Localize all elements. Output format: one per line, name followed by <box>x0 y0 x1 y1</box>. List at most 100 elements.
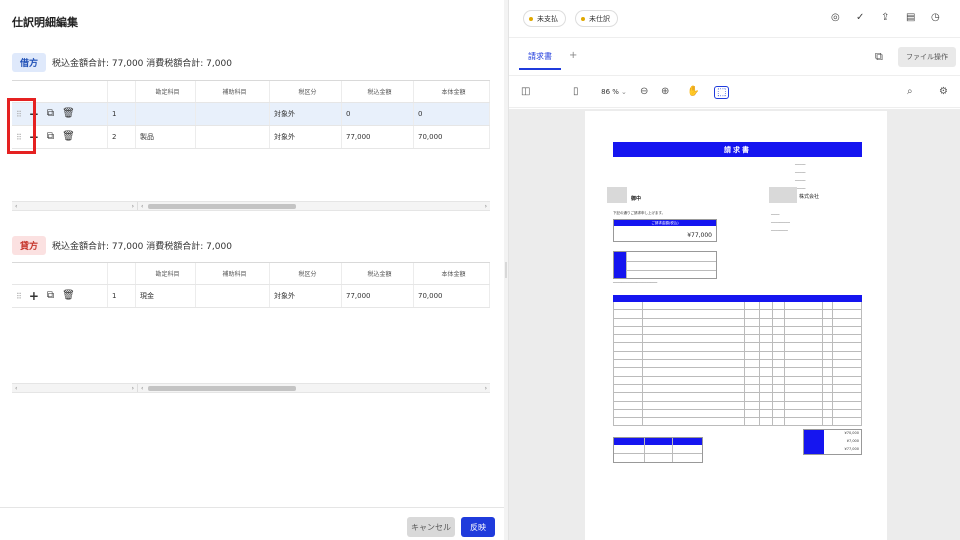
status-dot-icon <box>581 16 585 21</box>
sub-account-cell[interactable] <box>196 285 270 307</box>
tax-value: ¥7,000 <box>846 439 859 443</box>
account-cell[interactable]: 現金 <box>136 285 196 307</box>
table-row[interactable]: ⠿ + ⧉ 🗑 2 製品 対象外 77,000 70,000 <box>12 126 490 149</box>
sub-account-cell[interactable] <box>196 103 270 125</box>
document-tabs: 請求書 + ⧉ ファイル操作 <box>509 38 960 76</box>
payment-note: ───────────────────── <box>613 281 658 285</box>
status-chip-unjournaled[interactable]: 未仕訳 <box>575 10 618 27</box>
column-header-amount-incl[interactable]: 税込金額 <box>342 81 414 102</box>
scroll-left-icon[interactable]: ‹ <box>15 385 17 392</box>
grand-total-value: ¥77,000 <box>844 447 859 451</box>
amount-base-cell[interactable]: 70,000 <box>414 285 490 307</box>
copy-icon[interactable]: ⧉ <box>47 109 54 119</box>
editor-footer: キャンセル 反映 <box>0 507 505 540</box>
credit-grid: 勘定科目 補助科目 税区分 税込金額 本体金額 ⠿ + ⧉ 🗑 1 現金 対象外… <box>12 262 490 308</box>
check-icon[interactable]: ✓ <box>856 12 864 23</box>
tab-invoice[interactable]: 請求書 <box>519 51 561 70</box>
table-row[interactable]: ⠿ + ⧉ 🗑 1 現金 対象外 77,000 70,000 <box>12 285 490 308</box>
column-header-amount-base[interactable]: 本体金額 <box>414 263 490 284</box>
scrollbar-thumb[interactable] <box>148 386 296 391</box>
debit-summary: 税込金額合計: 77,000 消費税額合計: 7,000 <box>52 59 232 69</box>
column-header-sub-account[interactable]: 補助科目 <box>196 263 270 284</box>
page-title: 仕訳明細編集 <box>12 16 78 29</box>
scroll-right-icon[interactable]: › <box>132 385 134 392</box>
totals-table: ¥70,000 ¥7,000 ¥77,000 <box>803 429 862 455</box>
column-header-tax-category[interactable]: 税区分 <box>270 81 342 102</box>
search-icon[interactable]: ⌕ <box>907 86 913 97</box>
debit-horizontal-scrollbar[interactable]: ‹ › ‹ › <box>12 201 490 211</box>
column-header-sub-account[interactable]: 補助科目 <box>196 81 270 102</box>
recipient-suffix: 御中 <box>631 196 642 202</box>
column-header-amount-incl[interactable]: 税込金額 <box>342 263 414 284</box>
add-tab-icon[interactable]: + <box>569 50 577 61</box>
scroll-left-icon[interactable]: ‹ <box>141 385 143 392</box>
copy-icon[interactable]: ⧉ <box>47 291 54 301</box>
cancel-button[interactable]: キャンセル <box>407 517 455 537</box>
debit-header-row: 勘定科目 補助科目 税区分 税込金額 本体金額 <box>12 81 490 103</box>
drag-handle-icon[interactable]: ⠿ <box>16 292 22 301</box>
user-circle-icon[interactable]: ◎ <box>831 12 840 23</box>
sub-account-cell[interactable] <box>196 126 270 148</box>
tax-category-cell[interactable]: 対象外 <box>270 103 342 125</box>
zoom-in-icon[interactable]: ⊕ <box>661 86 669 97</box>
page-icon[interactable]: ▯ <box>573 86 579 97</box>
scroll-right-icon[interactable]: › <box>485 203 487 210</box>
trash-icon[interactable]: 🗑 <box>62 109 75 119</box>
debit-section-header: 借方 税込金額合計: 77,000 消費税額合計: 7,000 <box>12 53 232 72</box>
zoom-select[interactable]: 86 % ⌄ <box>595 84 633 100</box>
issuer-company: 株式会社 <box>799 194 820 200</box>
scroll-left-icon[interactable]: ‹ <box>15 203 17 210</box>
scroll-right-icon[interactable]: › <box>485 385 487 392</box>
amount-base-cell[interactable]: 0 <box>414 103 490 125</box>
area-select-icon[interactable]: ⬚ <box>714 86 730 99</box>
external-link-icon[interactable]: ⧉ <box>875 50 883 64</box>
scrollbar-thumb[interactable] <box>148 204 296 209</box>
comment-icon[interactable]: ▤ <box>906 12 915 23</box>
subtotal-value: ¥70,000 <box>844 431 859 435</box>
gear-icon[interactable]: ⚙ <box>939 86 948 97</box>
add-row-icon[interactable]: + <box>29 290 39 302</box>
scroll-right-icon[interactable]: › <box>132 203 134 210</box>
debit-grid: 勘定科目 補助科目 税区分 税込金額 本体金額 ⠿ + ⧉ 🗑 1 対象外 0 … <box>12 80 490 149</box>
sidebar-toggle-icon[interactable]: ◫ <box>521 86 530 97</box>
pdf-viewport[interactable]: 請求書 ───── ───── ───── ───── 御中 株式会社 下記の通りご請… <box>509 109 960 540</box>
zoom-out-icon[interactable]: ⊖ <box>640 86 648 97</box>
status-dot-icon <box>529 16 533 21</box>
chevron-down-icon: ⌄ <box>620 88 627 96</box>
column-header-account[interactable]: 勘定科目 <box>136 81 196 102</box>
amount-base-cell[interactable]: 70,000 <box>414 126 490 148</box>
viewer-toolbar: ◫ ▯ 86 % ⌄ ⊖ ⊕ ✋ ⬚ ⌕ ⚙ <box>509 78 960 108</box>
row-number: 2 <box>108 126 136 148</box>
status-bar: 未支払 未仕訳 ◎ ✓ ⇪ ▤ ◷ <box>509 0 960 38</box>
file-operation-button[interactable]: ファイル操作 <box>898 47 956 67</box>
tax-category-cell[interactable]: 対象外 <box>270 285 342 307</box>
column-header-tax-category[interactable]: 税区分 <box>270 263 342 284</box>
row-number: 1 <box>108 103 136 125</box>
credit-horizontal-scrollbar[interactable]: ‹ › ‹ › <box>12 383 490 393</box>
pan-hand-icon[interactable]: ✋ <box>687 86 699 97</box>
table-row[interactable]: ⠿ + ⧉ 🗑 1 対象外 0 0 <box>12 103 490 126</box>
column-header-account[interactable]: 勘定科目 <box>136 263 196 284</box>
invoice-table-header <box>613 295 862 302</box>
invoice-amount-box: ご請求金額(税込) ¥77,000 <box>613 219 717 242</box>
credit-section-header: 貸方 税込金額合計: 77,000 消費税額合計: 7,000 <box>12 236 232 255</box>
share-icon[interactable]: ⇪ <box>881 12 889 23</box>
tax-category-cell[interactable]: 対象外 <box>270 126 342 148</box>
amount-incl-cell[interactable]: 0 <box>342 103 414 125</box>
apply-button[interactable]: 反映 <box>461 517 495 537</box>
payment-info-box <box>613 251 717 279</box>
clock-icon[interactable]: ◷ <box>931 12 940 23</box>
amount-incl-cell[interactable]: 77,000 <box>342 285 414 307</box>
status-chip-unpaid[interactable]: 未支払 <box>523 10 566 27</box>
trash-icon[interactable]: 🗑 <box>62 291 75 301</box>
row-number: 1 <box>108 285 136 307</box>
document-viewer-panel: 未支払 未仕訳 ◎ ✓ ⇪ ▤ ◷ 請求書 + ⧉ ファイル操作 ◫ ▯ 86 … <box>508 0 960 540</box>
scroll-left-icon[interactable]: ‹ <box>141 203 143 210</box>
trash-icon[interactable]: 🗑 <box>62 132 75 142</box>
account-cell[interactable]: 製品 <box>136 126 196 148</box>
account-cell[interactable] <box>136 103 196 125</box>
amount-incl-cell[interactable]: 77,000 <box>342 126 414 148</box>
invoice-line-table <box>613 295 862 427</box>
column-header-amount-base[interactable]: 本体金額 <box>414 81 490 102</box>
copy-icon[interactable]: ⧉ <box>47 132 54 142</box>
